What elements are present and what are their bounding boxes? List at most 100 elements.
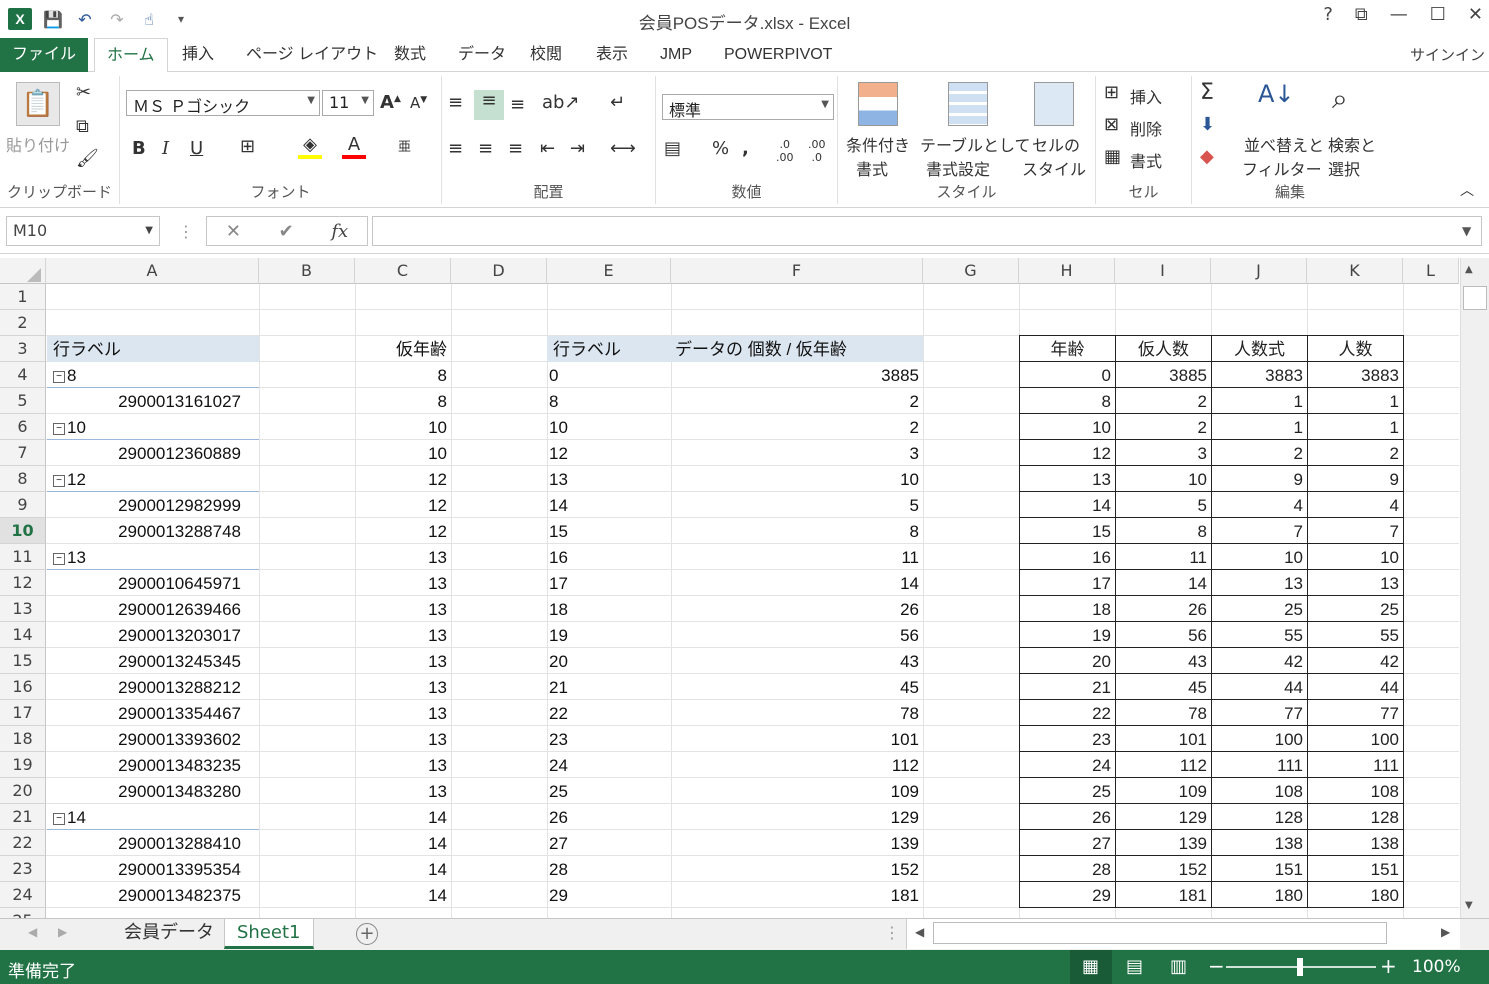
name-box[interactable]: M10 ▼ — [6, 216, 160, 246]
table-cell[interactable]: 9 — [1212, 466, 1308, 492]
decrease-font-icon[interactable]: A▼ — [410, 94, 427, 112]
page-layout-view-icon[interactable]: ▤ — [1126, 956, 1143, 977]
scroll-left-icon[interactable]: ◀ — [915, 925, 924, 939]
worksheet-grid[interactable]: ABCDEFGHIJKL 1 2 3 4 5 6 7 8 9 10 11 12 13 14 15 16 17 18… — [0, 258, 1459, 918]
pivot1-member-id[interactable]: 2900013161027 — [47, 388, 259, 414]
pivot1-row-label-header[interactable]: 行ラベル — [47, 336, 259, 362]
table-cell[interactable]: 129 — [1116, 804, 1212, 830]
table-cell[interactable]: 28 — [1020, 856, 1116, 882]
table-cell[interactable]: 13 — [1020, 466, 1116, 492]
column-header-e[interactable]: E — [547, 258, 671, 284]
pivot2-count-value[interactable]: 56 — [671, 622, 923, 648]
table-cell[interactable]: 14 — [1020, 492, 1116, 518]
pivot2-count-value[interactable]: 11 — [671, 544, 923, 570]
pivot1-member-id[interactable]: 2900013288748 — [47, 518, 259, 544]
table-cell[interactable]: 15 — [1020, 518, 1116, 544]
pivot2-count-value[interactable]: 181 — [671, 882, 923, 908]
cancel-entry-icon[interactable]: ✕ — [226, 221, 241, 242]
table-cell[interactable]: 21 — [1020, 674, 1116, 700]
table-cell[interactable]: 44 — [1212, 674, 1308, 700]
align-right-icon[interactable]: ≡ — [508, 138, 523, 159]
cell-styles-icon[interactable] — [1034, 82, 1074, 126]
table-cell[interactable]: 3883 — [1308, 362, 1404, 388]
collapse-icon[interactable]: − — [53, 474, 65, 487]
scroll-down-icon[interactable]: ▼ — [1465, 900, 1473, 911]
pivot2-age-label[interactable]: 28 — [547, 856, 671, 882]
tab-data[interactable]: データ — [446, 38, 518, 72]
align-bottom-icon[interactable]: ≡ — [510, 94, 525, 115]
font-name-combo[interactable]: ＭＳ Ｐゴシック ▼ — [126, 90, 320, 116]
table-cell[interactable]: 78 — [1116, 700, 1212, 726]
pivot2-count-value[interactable]: 3 — [671, 440, 923, 466]
table-cell[interactable]: 10 — [1212, 544, 1308, 570]
comma-button[interactable]: , — [742, 138, 749, 159]
scroll-up-icon[interactable]: ▲ — [1465, 264, 1473, 275]
row-header-16[interactable]: 16 — [0, 674, 46, 700]
pivot1-age-value[interactable]: 13 — [355, 700, 451, 726]
expand-formula-bar-icon[interactable]: ▼ — [1462, 224, 1471, 238]
table-cell[interactable]: 16 — [1020, 544, 1116, 570]
pivot1-group-row-label[interactable]: −14 — [47, 804, 259, 830]
insert-cells-icon[interactable]: ⊞ — [1104, 82, 1119, 103]
row-header-5[interactable]: 5 — [0, 388, 46, 414]
maximize-button[interactable]: ☐ — [1430, 4, 1446, 25]
row-header-6[interactable]: 6 — [0, 414, 46, 440]
column-header-b[interactable]: B — [259, 258, 355, 284]
pivot1-member-id[interactable]: 2900013354467 — [47, 700, 259, 726]
font-size-combo[interactable]: 11 ▼ — [322, 90, 374, 116]
align-left-icon[interactable]: ≡ — [448, 138, 463, 159]
format-painter-icon[interactable]: 🖌 — [76, 148, 99, 169]
pivot1-age-value[interactable]: 8 — [355, 362, 451, 388]
fill-color-icon[interactable]: ◈ — [298, 134, 322, 159]
column-header-g[interactable]: G — [923, 258, 1019, 284]
table-cell[interactable]: 0 — [1020, 362, 1116, 388]
table-cell[interactable]: 14 — [1116, 570, 1212, 596]
number-format-combo[interactable]: 標準 ▼ — [662, 94, 834, 120]
table-cell[interactable]: 128 — [1308, 804, 1404, 830]
table-cell[interactable]: 45 — [1116, 674, 1212, 700]
pivot1-age-value[interactable]: 13 — [355, 570, 451, 596]
pivot1-age-value[interactable]: 13 — [355, 726, 451, 752]
row-header-22[interactable]: 22 — [0, 830, 46, 856]
pivot2-age-label[interactable]: 14 — [547, 492, 671, 518]
table-cell[interactable]: 109 — [1116, 778, 1212, 804]
table-cell[interactable]: 151 — [1212, 856, 1308, 882]
pivot1-age-value[interactable]: 13 — [355, 596, 451, 622]
table-cell[interactable]: 180 — [1308, 882, 1404, 908]
table-cell[interactable]: 108 — [1308, 778, 1404, 804]
table-cell[interactable]: 2 — [1116, 414, 1212, 440]
table-cell[interactable]: 151 — [1308, 856, 1404, 882]
row-header-15[interactable]: 15 — [0, 648, 46, 674]
pivot1-member-id[interactable]: 2900010645971 — [47, 570, 259, 596]
ribbon-display-options-icon[interactable]: ⧉ — [1355, 4, 1368, 25]
decrease-indent-icon[interactable]: ⇤ — [540, 138, 555, 159]
pivot2-count-value[interactable]: 2 — [671, 414, 923, 440]
pivot2-age-label[interactable]: 23 — [547, 726, 671, 752]
table-cell[interactable]: 23 — [1020, 726, 1116, 752]
pivot1-member-id[interactable]: 2900012639466 — [47, 596, 259, 622]
table-header[interactable]: 仮人数 — [1116, 336, 1212, 362]
pivot1-age-value[interactable]: 13 — [355, 752, 451, 778]
pivot2-count-value[interactable]: 8 — [671, 518, 923, 544]
table-cell[interactable]: 10 — [1116, 466, 1212, 492]
table-cell[interactable]: 2 — [1308, 440, 1404, 466]
tab-home[interactable]: ホーム — [94, 38, 168, 73]
autosum-icon[interactable]: Σ — [1200, 80, 1214, 105]
table-cell[interactable]: 1 — [1212, 388, 1308, 414]
pivot1-age-value[interactable]: 13 — [355, 674, 451, 700]
table-cell[interactable]: 3 — [1116, 440, 1212, 466]
table-cell[interactable]: 25 — [1308, 596, 1404, 622]
table-cell[interactable]: 180 — [1212, 882, 1308, 908]
table-cell[interactable]: 100 — [1308, 726, 1404, 752]
sort-filter-icon[interactable]: A↓ — [1258, 80, 1295, 108]
orientation-icon[interactable]: ab↗ — [542, 92, 580, 113]
collapse-icon[interactable]: − — [53, 422, 65, 435]
currency-icon[interactable]: ▤ — [664, 138, 681, 159]
cell-styles-label2[interactable]: スタイル — [1022, 156, 1086, 180]
fill-icon[interactable]: ⬇ — [1200, 114, 1215, 135]
table-cell[interactable]: 5 — [1116, 492, 1212, 518]
pivot2-age-label[interactable]: 21 — [547, 674, 671, 700]
row-header-9[interactable]: 9 — [0, 492, 46, 518]
format-cells-label[interactable]: 書式 — [1130, 148, 1162, 172]
table-cell[interactable]: 138 — [1212, 830, 1308, 856]
